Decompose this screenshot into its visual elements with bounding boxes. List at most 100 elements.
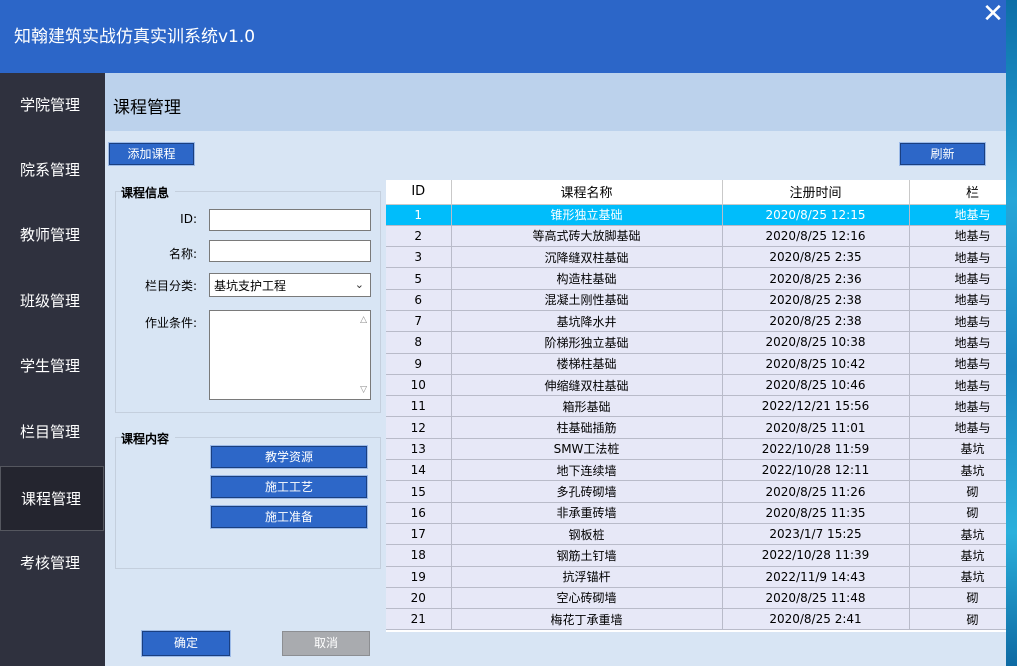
sidebar-item-college[interactable]: 学院管理 bbox=[0, 73, 104, 138]
cell-category: 基坑 bbox=[909, 459, 1006, 482]
cell-time: 2020/8/25 10:38 bbox=[722, 331, 910, 354]
table-row[interactable]: 9 楼梯柱基础 2020/8/25 10:42 地基与 bbox=[386, 353, 1006, 375]
cell-time: 2020/8/25 11:26 bbox=[722, 480, 910, 503]
cell-category: 基坑 bbox=[909, 544, 1006, 567]
table-row[interactable]: 12 柱基础插筋 2020/8/25 11:01 地基与 bbox=[386, 416, 1006, 439]
cell-name: 楼梯柱基础 bbox=[451, 353, 723, 375]
cell-name: 柱基础插筋 bbox=[451, 416, 723, 439]
cell-name: 基坑降水井 bbox=[451, 310, 723, 333]
construction-prep-button[interactable]: 施工准备 bbox=[210, 505, 368, 529]
sidebar-item-class[interactable]: 班级管理 bbox=[0, 269, 104, 334]
table-row[interactable]: 6 混凝土刚性基础 2020/8/25 2:38 地基与 bbox=[386, 289, 1006, 311]
table-row[interactable]: 5 构造柱基础 2020/8/25 2:36 地基与 bbox=[386, 267, 1006, 290]
close-icon[interactable]: ✕ bbox=[978, 0, 1008, 30]
condition-label: 作业条件: bbox=[144, 316, 197, 330]
column-header-name[interactable]: 课程名称 bbox=[451, 180, 723, 205]
cell-time: 2020/8/25 2:38 bbox=[722, 289, 910, 311]
main-panel: 课程管理 添加课程 刷新 课程信息 ID: 名称: 栏目分类: 基坑支护工程 ⌄… bbox=[105, 73, 1006, 666]
cell-id: 1 bbox=[386, 204, 452, 226]
id-input[interactable] bbox=[209, 209, 371, 231]
sidebar-item-student[interactable]: 学生管理 bbox=[0, 334, 104, 399]
cell-id: 10 bbox=[386, 374, 452, 397]
cell-id: 2 bbox=[386, 225, 452, 248]
condition-textarea[interactable]: △ ▽ bbox=[209, 310, 371, 400]
cell-category: 砌 bbox=[909, 480, 1006, 503]
category-select[interactable]: 基坑支护工程 ⌄ bbox=[209, 273, 371, 297]
cell-name: 多孔砖砌墙 bbox=[451, 480, 723, 503]
table-row[interactable]: 20 空心砖砌墙 2020/8/25 11:48 砌 bbox=[386, 587, 1006, 610]
teaching-resources-button[interactable]: 教学资源 bbox=[210, 445, 368, 469]
cell-time: 2022/10/28 12:11 bbox=[722, 459, 910, 482]
table-row[interactable]: 16 非承重砖墙 2020/8/25 11:35 砌 bbox=[386, 502, 1006, 524]
table-row[interactable]: 21 梅花丁承重墙 2020/8/25 2:41 砌 bbox=[386, 608, 1006, 631]
cell-category: 基坑 bbox=[909, 438, 1006, 461]
sidebar-item-teacher[interactable]: 教师管理 bbox=[0, 203, 104, 268]
column-header-category[interactable]: 栏 bbox=[909, 180, 1006, 205]
refresh-button[interactable]: 刷新 bbox=[899, 142, 986, 166]
cell-id: 7 bbox=[386, 310, 452, 333]
table-row[interactable]: 7 基坑降水井 2020/8/25 2:38 地基与 bbox=[386, 310, 1006, 333]
cell-name: SMW工法桩 bbox=[451, 438, 723, 461]
table-row[interactable]: 2 等高式砖大放脚基础 2020/8/25 12:16 地基与 bbox=[386, 225, 1006, 248]
cell-name: 钢板桩 bbox=[451, 523, 723, 546]
cell-time: 2020/8/25 2:35 bbox=[722, 246, 910, 269]
cell-category: 地基与 bbox=[909, 246, 1006, 269]
table-row[interactable]: 8 阶梯形独立基础 2020/8/25 10:38 地基与 bbox=[386, 331, 1006, 354]
cell-id: 8 bbox=[386, 331, 452, 354]
confirm-button[interactable]: 确定 bbox=[141, 630, 231, 657]
cell-time: 2020/8/25 2:38 bbox=[722, 310, 910, 333]
cell-name: 地下连续墙 bbox=[451, 459, 723, 482]
cell-name: 沉降缝双柱基础 bbox=[451, 246, 723, 269]
cell-id: 12 bbox=[386, 416, 452, 439]
table-row[interactable]: 11 箱形基础 2022/12/21 15:56 地基与 bbox=[386, 395, 1006, 418]
table-row[interactable]: 19 抗浮锚杆 2022/11/9 14:43 基坑 bbox=[386, 566, 1006, 588]
cell-category: 地基与 bbox=[909, 225, 1006, 248]
cell-name: 伸缩缝双柱基础 bbox=[451, 374, 723, 397]
column-header-time[interactable]: 注册时间 bbox=[722, 180, 910, 205]
cell-time: 2020/8/25 11:01 bbox=[722, 416, 910, 439]
sidebar-item-course[interactable]: 课程管理 bbox=[0, 466, 104, 531]
desktop-background bbox=[1006, 0, 1017, 666]
scroll-up-icon[interactable]: △ bbox=[360, 315, 367, 325]
cell-category: 地基与 bbox=[909, 267, 1006, 290]
table-row[interactable]: 10 伸缩缝双柱基础 2020/8/25 10:46 地基与 bbox=[386, 374, 1006, 397]
course-table: ID 课程名称 注册时间 栏 1 锥形独立基础 2020/8/25 12:15 地基与… bbox=[386, 180, 1006, 632]
title-bar: 知翰建筑实战仿真实训系统v1.0 ✕ bbox=[0, 0, 1006, 73]
table-row[interactable]: 14 地下连续墙 2022/10/28 12:11 基坑 bbox=[386, 459, 1006, 482]
course-info-title: 课程信息 bbox=[121, 184, 176, 201]
cancel-button[interactable]: 取消 bbox=[282, 631, 370, 656]
cell-category: 砌 bbox=[909, 608, 1006, 631]
app-title: 知翰建筑实战仿真实训系统v1.0 bbox=[14, 27, 256, 47]
cell-time: 2020/8/25 11:35 bbox=[722, 502, 910, 524]
cell-time: 2020/8/25 11:48 bbox=[722, 587, 910, 610]
cell-time: 2022/12/21 15:56 bbox=[722, 395, 910, 418]
construction-process-button[interactable]: 施工工艺 bbox=[210, 475, 368, 499]
cell-id: 5 bbox=[386, 267, 452, 290]
cell-name: 抗浮锚杆 bbox=[451, 566, 723, 588]
cell-name: 构造柱基础 bbox=[451, 267, 723, 290]
cell-id: 11 bbox=[386, 395, 452, 418]
cell-category: 砌 bbox=[909, 587, 1006, 610]
table-row[interactable]: 15 多孔砖砌墙 2020/8/25 11:26 砌 bbox=[386, 480, 1006, 503]
category-label: 栏目分类: bbox=[144, 279, 197, 293]
table-row[interactable]: 1 锥形独立基础 2020/8/25 12:15 地基与 bbox=[386, 204, 1006, 226]
sidebar: 学院管理 院系管理 教师管理 班级管理 学生管理 栏目管理 课程管理 考核管理 bbox=[0, 73, 105, 666]
cell-category: 地基与 bbox=[909, 353, 1006, 375]
cell-id: 14 bbox=[386, 459, 452, 482]
cell-time: 2022/10/28 11:39 bbox=[722, 544, 910, 567]
column-header-id[interactable]: ID bbox=[386, 180, 452, 205]
sidebar-item-exam[interactable]: 考核管理 bbox=[0, 531, 104, 596]
name-input[interactable] bbox=[209, 240, 371, 262]
add-course-button[interactable]: 添加课程 bbox=[108, 142, 195, 166]
sidebar-item-column[interactable]: 栏目管理 bbox=[0, 400, 104, 465]
scroll-down-icon[interactable]: ▽ bbox=[360, 385, 367, 395]
cell-name: 空心砖砌墙 bbox=[451, 587, 723, 610]
table-row[interactable]: 3 沉降缝双柱基础 2020/8/25 2:35 地基与 bbox=[386, 246, 1006, 269]
cell-time: 2020/8/25 2:36 bbox=[722, 267, 910, 290]
cell-category: 地基与 bbox=[909, 310, 1006, 333]
table-row[interactable]: 13 SMW工法桩 2022/10/28 11:59 基坑 bbox=[386, 438, 1006, 461]
table-row[interactable]: 17 钢板桩 2023/1/7 15:25 基坑 bbox=[386, 523, 1006, 546]
cell-category: 砌 bbox=[909, 502, 1006, 524]
table-row[interactable]: 18 钢筋土钉墙 2022/10/28 11:39 基坑 bbox=[386, 544, 1006, 567]
sidebar-item-department[interactable]: 院系管理 bbox=[0, 138, 104, 203]
